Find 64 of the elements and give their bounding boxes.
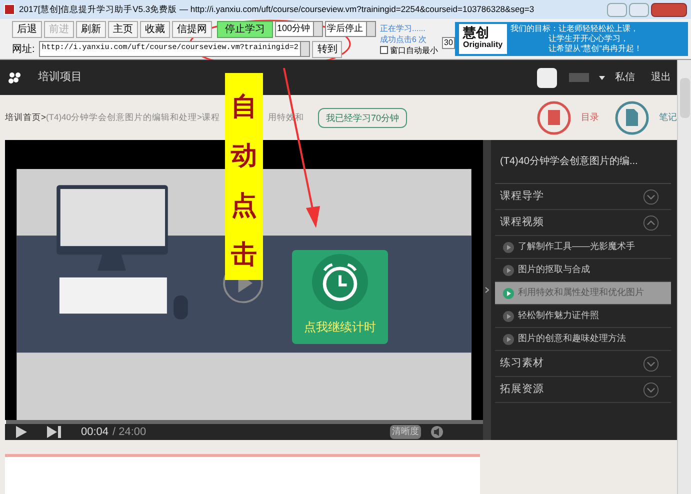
- notepad-icon[interactable]: [537, 100, 571, 134]
- progress-track[interactable]: [5, 420, 483, 424]
- duration-select[interactable]: 100分钟: [275, 21, 324, 37]
- document-icon[interactable]: [615, 100, 649, 134]
- play-circle-icon: [503, 334, 514, 344]
- window-title: 2017[慧创]信息提升学习助手V5.3免费版 — http://i.yanxiu.com/uft/course/courseview.vm?trainingid=2254&courseid=103786328&seg=3: [19, 3, 534, 16]
- breadcrumb-link[interactable]: 培训首页>: [5, 111, 46, 124]
- expand-icon[interactable]: [643, 382, 659, 398]
- avatar-placeholder[interactable]: [537, 68, 557, 88]
- resume-timer-label: 点我继续计时: [304, 319, 376, 336]
- auto-click-banner: 自动点击: [224, 73, 263, 280]
- alarm-clock-icon: [312, 254, 368, 310]
- status-text: 正在学习......: [380, 22, 426, 34]
- collapse-icon[interactable]: [643, 214, 659, 230]
- banner-logo-subtitle: Originality: [463, 39, 503, 51]
- stop-study-button[interactable]: 停止学习: [217, 20, 273, 38]
- sidebar-section[interactable]: 课程导学: [495, 184, 671, 210]
- expand-icon[interactable]: [643, 356, 659, 372]
- sidebar-section[interactable]: 课程视频: [495, 210, 671, 236]
- address-label: 网址:: [12, 42, 35, 56]
- stop-mode-select[interactable]: 学后停止: [325, 21, 376, 37]
- username-placeholder: [569, 73, 589, 82]
- sidebar-section[interactable]: 练习素材: [495, 351, 671, 377]
- skip-next-icon[interactable]: [47, 426, 61, 438]
- volume-icon[interactable]: [431, 426, 443, 438]
- toolbar-button[interactable]: 刷新: [76, 20, 106, 38]
- site-header-title[interactable]: 培训项目: [38, 69, 82, 86]
- expand-icon[interactable]: [643, 188, 659, 204]
- lesson-item[interactable]: 轻松制作魅力证件照: [495, 305, 671, 328]
- study-time-badge: 我已经学习70分钟: [318, 108, 407, 128]
- banner-logo: 慧创: [463, 27, 490, 39]
- sidebar-title: (T4)40分钟学会创意图片的编...: [495, 140, 671, 184]
- play-circle-icon: [503, 242, 514, 252]
- play-circle-icon: [503, 264, 514, 276]
- banner-slogan: 我们的目标：让老师轻轻松松上课，: [510, 24, 640, 34]
- toolbar-button[interactable]: 收藏: [140, 20, 170, 38]
- dropdown-caret-icon[interactable]: [599, 76, 605, 80]
- expand-panel-icon[interactable]: [485, 287, 489, 293]
- status-text: 成功点击6 次: [380, 34, 428, 44]
- toolbar-button[interactable]: 主页: [108, 20, 138, 38]
- auto-minimize-checkbox[interactable]: [380, 46, 388, 54]
- lesson-item[interactable]: 了解制作工具——光影魔术手: [495, 236, 671, 259]
- play-circle-icon: [503, 310, 514, 322]
- maximize-button[interactable]: [629, 2, 649, 16]
- total-time: / 24:00: [112, 424, 146, 440]
- play-circle-icon: [503, 288, 514, 298]
- scrollbar[interactable]: [677, 60, 691, 494]
- banner-slogan: 让学生开开心心学习，: [548, 34, 630, 44]
- toolbar-button[interactable]: 后退: [12, 20, 42, 38]
- go-button[interactable]: 转到: [312, 40, 342, 58]
- app-icon: [4, 4, 15, 15]
- lesson-item[interactable]: 图片的创意和趣味处理方法: [495, 328, 671, 351]
- toolbar-button[interactable]: 信提网: [172, 20, 212, 38]
- close-button[interactable]: [651, 2, 687, 16]
- minimize-button[interactable]: [607, 2, 627, 16]
- site-logo-icon: [8, 72, 22, 84]
- interval-field[interactable]: 30: [442, 37, 455, 49]
- header-link[interactable]: 退出: [651, 70, 671, 85]
- play-icon[interactable]: [15, 426, 27, 438]
- current-time: 00:04: [81, 424, 109, 440]
- sidebar-section[interactable]: 拓展资源: [495, 377, 671, 403]
- auto-minimize-label: 窗口自动最小: [390, 44, 438, 56]
- header-link[interactable]: 私信: [615, 70, 635, 85]
- banner-slogan: 让希望从“慧创”冉冉升起！: [548, 44, 642, 54]
